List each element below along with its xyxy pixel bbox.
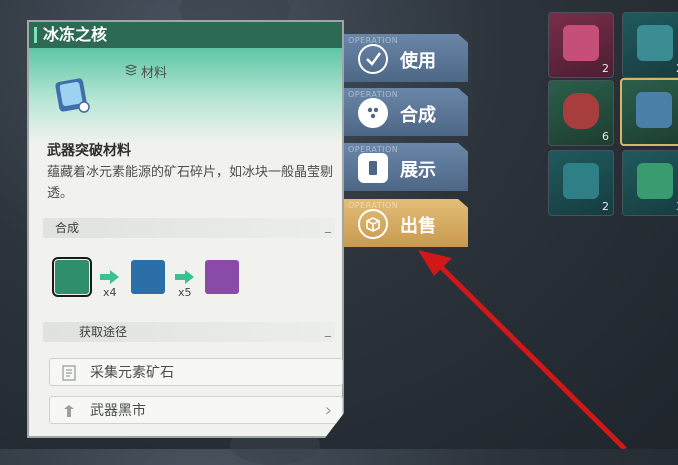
annotation-arrow — [418, 250, 627, 449]
